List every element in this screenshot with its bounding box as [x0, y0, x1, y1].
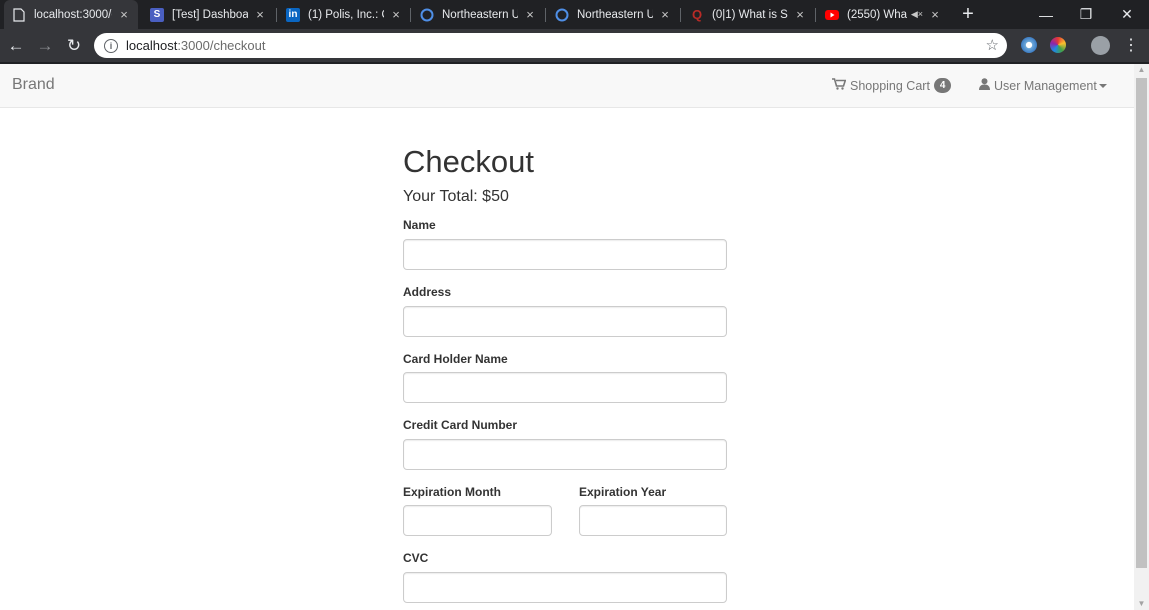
- tab-checkout[interactable]: localhost:3000/c ×: [4, 0, 138, 29]
- tab-close-icon[interactable]: ×: [524, 7, 536, 22]
- youtube-icon: [825, 8, 839, 22]
- new-tab-button[interactable]: +: [958, 2, 978, 26]
- tab-title: (1) Polis, Inc.: Ov: [308, 8, 384, 21]
- tab-youtube[interactable]: (2550) What ◀× ×: [817, 0, 949, 29]
- s-icon: S: [150, 7, 164, 22]
- tab-close-icon[interactable]: ×: [118, 7, 130, 22]
- shopping-cart-link[interactable]: Shopping Cart 4: [832, 78, 952, 93]
- extension-icon[interactable]: [1021, 37, 1037, 53]
- restore-button[interactable]: ❐: [1064, 0, 1108, 29]
- address-bar[interactable]: i localhost:3000/checkout ☆: [94, 33, 1007, 58]
- user-management-dropdown[interactable]: User Management: [979, 78, 1107, 93]
- tab-northeastern-1[interactable]: Northeastern Ur ×: [412, 0, 544, 29]
- name-field[interactable]: [403, 239, 727, 270]
- tab-title: Northeastern Ur: [442, 8, 518, 21]
- tab-close-icon[interactable]: ×: [254, 7, 266, 22]
- site-navbar: Brand Shopping Cart 4 User Management: [0, 64, 1134, 108]
- tab-close-icon[interactable]: ×: [794, 7, 806, 22]
- forward-button[interactable]: →: [33, 29, 57, 62]
- site-info-icon[interactable]: i: [104, 38, 118, 53]
- northeastern-icon: [555, 8, 569, 22]
- tab-quora[interactable]: Q (0|1) What is Sc ×: [682, 0, 814, 29]
- scroll-down-arrow-icon[interactable]: ▼: [1134, 598, 1149, 610]
- page-title: Checkout: [403, 144, 534, 179]
- cart-count-badge: 4: [933, 78, 952, 93]
- expiration-month-label: Expiration Month: [403, 485, 501, 499]
- tab-northeastern-2[interactable]: Northeastern Ur ×: [547, 0, 679, 29]
- cvc-field[interactable]: [403, 572, 727, 603]
- card-holder-label: Card Holder Name: [403, 352, 508, 366]
- page-icon: [12, 7, 26, 22]
- brand-link[interactable]: Brand: [12, 76, 55, 94]
- user-icon: [979, 78, 990, 93]
- scrollbar-thumb[interactable]: [1136, 78, 1147, 568]
- tab-linkedin[interactable]: in (1) Polis, Inc.: Ov ×: [278, 0, 410, 29]
- linkedin-icon: in: [286, 7, 300, 22]
- browser-toolbar: ← → ↻ i localhost:3000/checkout ☆: [0, 29, 1149, 62]
- page-scrollbar[interactable]: ▲ ▼: [1134, 64, 1149, 610]
- expiration-year-field[interactable]: [579, 505, 727, 536]
- northeastern-icon: [420, 8, 434, 22]
- minimize-button[interactable]: —: [1024, 0, 1068, 29]
- tab-title: [Test] Dashboar: [172, 8, 248, 21]
- expiration-month-field[interactable]: [403, 505, 552, 536]
- tab-title: Northeastern Ur: [577, 8, 653, 21]
- tab-close-icon[interactable]: ×: [390, 7, 402, 22]
- quora-icon: Q: [691, 7, 703, 22]
- user-management-label: User Management: [994, 78, 1097, 93]
- scroll-up-arrow-icon[interactable]: ▲: [1134, 64, 1149, 76]
- url-text: localhost:3000/checkout: [126, 38, 266, 53]
- back-button[interactable]: ←: [4, 29, 28, 62]
- tab-close-icon[interactable]: ×: [929, 7, 941, 22]
- expiration-year-label: Expiration Year: [579, 485, 667, 499]
- profile-avatar-icon[interactable]: [1091, 36, 1110, 55]
- speaker-muted-icon[interactable]: ◀×: [911, 9, 923, 20]
- tab-title: (2550) What: [847, 8, 907, 21]
- tab-title: (0|1) What is Sc: [712, 8, 788, 21]
- chevron-down-icon: [1098, 83, 1107, 88]
- page-viewport: Brand Shopping Cart 4 User Management Ch…: [0, 64, 1134, 610]
- card-holder-field[interactable]: [403, 372, 727, 403]
- browser-menu-icon[interactable]: ⋮: [1123, 37, 1139, 55]
- order-total: Your Total: $50: [403, 188, 509, 205]
- tab-title: localhost:3000/c: [34, 8, 112, 21]
- tab-close-icon[interactable]: ×: [659, 7, 671, 22]
- reload-button[interactable]: ↻: [62, 29, 86, 62]
- shopping-cart-label: Shopping Cart: [850, 78, 930, 93]
- shopping-cart-icon: [832, 78, 847, 93]
- card-number-field[interactable]: [403, 439, 727, 470]
- bookmark-star-icon[interactable]: ☆: [986, 36, 999, 54]
- tab-strip: localhost:3000/c × S [Test] Dashboar × i…: [0, 0, 1149, 29]
- close-window-button[interactable]: ✕: [1105, 0, 1149, 29]
- cvc-label: CVC: [403, 551, 429, 565]
- tab-dashboard[interactable]: S [Test] Dashboar ×: [142, 0, 274, 29]
- address-label: Address: [403, 285, 452, 299]
- address-field[interactable]: [403, 306, 727, 337]
- card-number-label: Credit Card Number: [403, 418, 518, 432]
- name-label: Name: [403, 218, 436, 232]
- color-extension-icon[interactable]: [1050, 37, 1066, 53]
